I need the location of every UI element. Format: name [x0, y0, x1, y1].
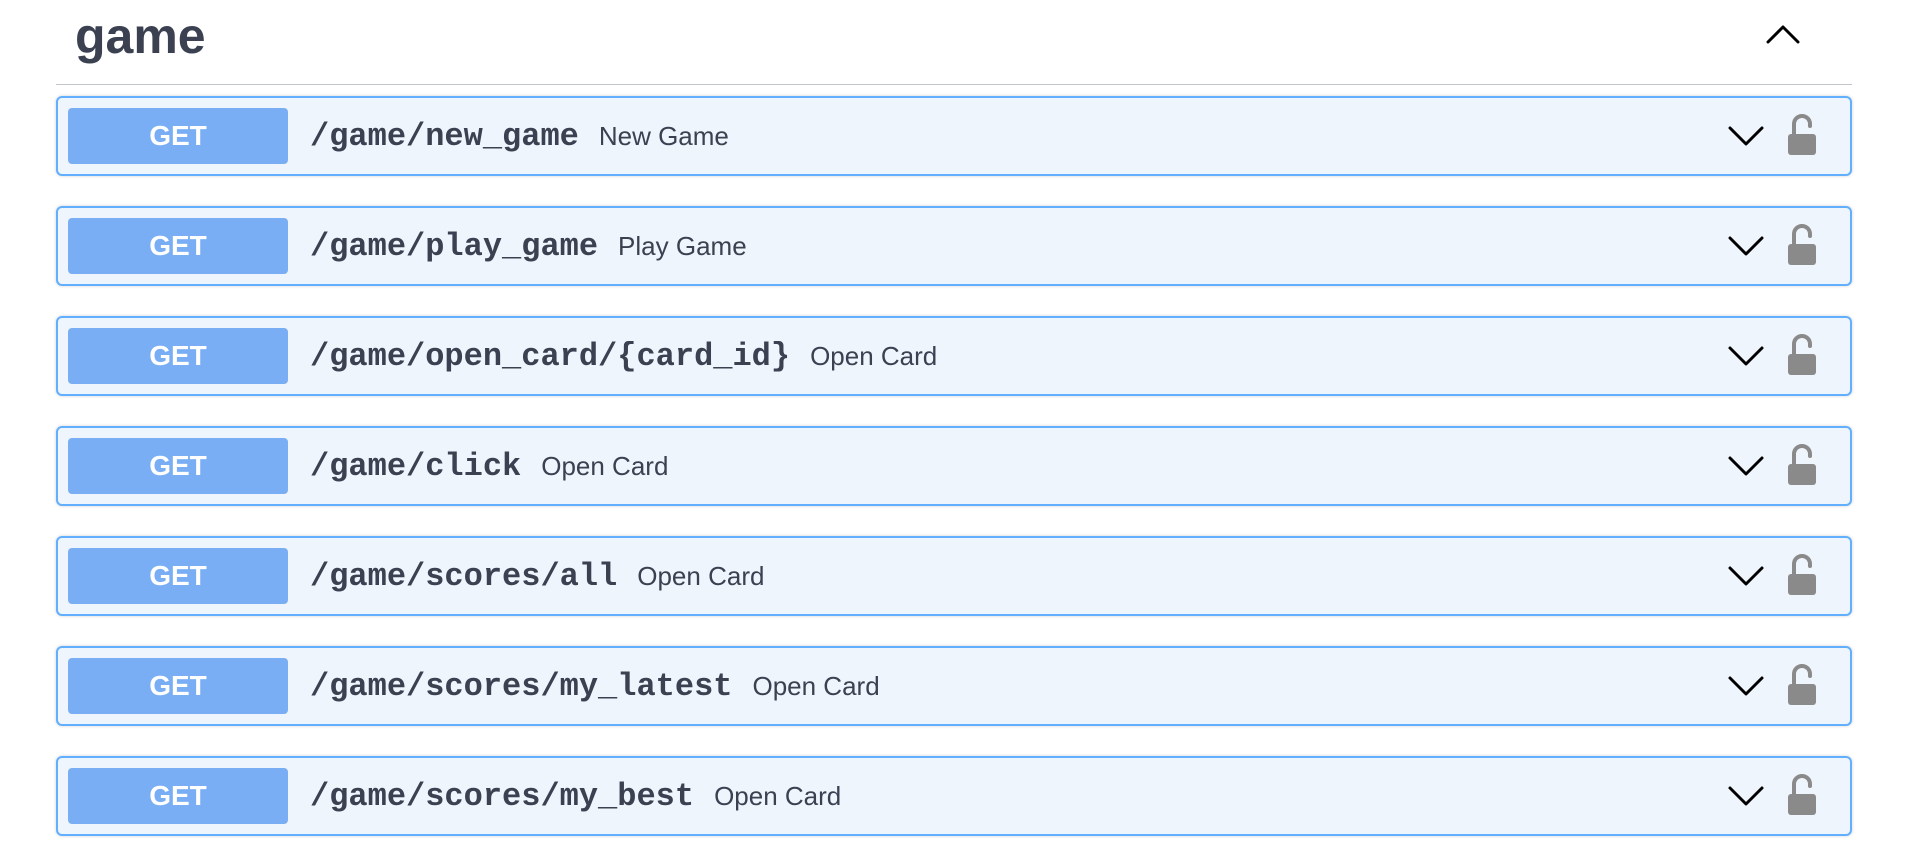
section-header[interactable]: game: [56, 0, 1852, 85]
operation-summary: Open Card: [541, 451, 669, 481]
method-badge: GET: [68, 108, 288, 164]
unlocked-padlock-icon[interactable]: [1786, 112, 1818, 156]
operation-path: /game/new_game New Game: [310, 98, 729, 175]
operation-row[interactable]: GET /game/open_card/{card_id} Open Card: [56, 316, 1852, 396]
operation-summary: Play Game: [618, 231, 747, 261]
operation-path: /game/open_card/{card_id} Open Card: [310, 318, 937, 395]
unlocked-padlock-icon[interactable]: [1786, 332, 1818, 376]
chevron-down-icon[interactable]: [1726, 556, 1766, 596]
chevron-down-icon[interactable]: [1726, 446, 1766, 486]
operation-row[interactable]: GET /game/new_game New Game: [56, 96, 1852, 176]
operation-row[interactable]: GET /game/scores/all Open Card: [56, 536, 1852, 616]
chevron-up-icon[interactable]: [1762, 14, 1804, 56]
operation-path: /game/scores/my_latest Open Card: [310, 648, 880, 725]
method-badge: GET: [68, 328, 288, 384]
operation-summary: Open Card: [637, 561, 765, 591]
operation-path: /game/scores/my_best Open Card: [310, 758, 841, 835]
chevron-down-icon[interactable]: [1726, 336, 1766, 376]
chevron-down-icon[interactable]: [1726, 776, 1766, 816]
operation-path: /game/play_game Play Game: [310, 208, 747, 285]
operation-summary: Open Card: [810, 341, 938, 371]
chevron-down-icon[interactable]: [1726, 226, 1766, 266]
unlocked-padlock-icon[interactable]: [1786, 552, 1818, 596]
unlocked-padlock-icon[interactable]: [1786, 442, 1818, 486]
path-text: /game/open_card/{card_id}: [310, 338, 791, 375]
chevron-down-icon[interactable]: [1726, 666, 1766, 706]
unlocked-padlock-icon[interactable]: [1786, 222, 1818, 266]
method-badge: GET: [68, 658, 288, 714]
method-badge: GET: [68, 768, 288, 824]
operation-path: /game/click Open Card: [310, 428, 668, 505]
unlocked-padlock-icon[interactable]: [1786, 662, 1818, 706]
operation-row[interactable]: GET /game/play_game Play Game: [56, 206, 1852, 286]
unlocked-padlock-icon[interactable]: [1786, 772, 1818, 816]
operations-list: GET /game/new_game New Game GET /game/pla…: [56, 96, 1852, 866]
path-text: /game/scores/all: [310, 558, 618, 595]
chevron-down-icon[interactable]: [1726, 116, 1766, 156]
method-badge: GET: [68, 218, 288, 274]
operation-summary: New Game: [598, 121, 729, 151]
operation-summary: Open Card: [752, 671, 880, 701]
method-badge: GET: [68, 548, 288, 604]
path-text: /game/scores/my_latest: [310, 668, 733, 705]
operation-row[interactable]: GET /game/click Open Card: [56, 426, 1852, 506]
operation-row[interactable]: GET /game/scores/my_latest Open Card: [56, 646, 1852, 726]
path-text: /game/play_game: [310, 228, 599, 265]
operation-row[interactable]: GET /game/scores/my_best Open Card: [56, 756, 1852, 836]
section-title: game: [75, 8, 206, 64]
method-badge: GET: [68, 438, 288, 494]
operation-path: /game/scores/all Open Card: [310, 538, 764, 615]
api-section-game: game GET /game/new_game New Game GET /gam…: [56, 0, 1852, 836]
path-text: /game/new_game: [310, 118, 579, 155]
operation-summary: Open Card: [714, 781, 842, 811]
path-text: /game/click: [310, 448, 522, 485]
path-text: /game/scores/my_best: [310, 778, 695, 815]
